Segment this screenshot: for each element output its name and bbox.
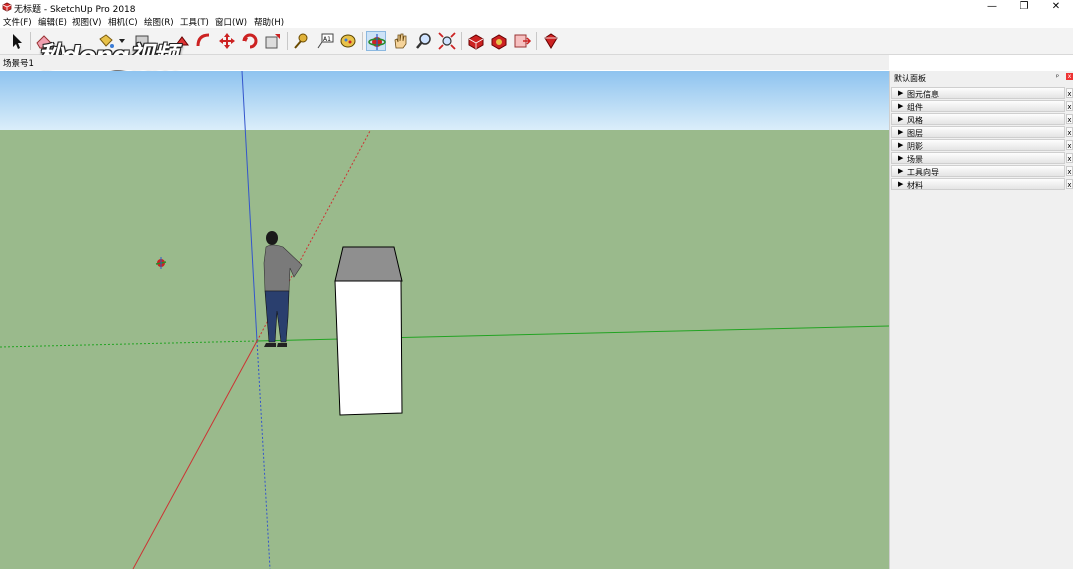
drawing-viewport[interactable] (0, 70, 890, 570)
panel-label: 风格 (907, 116, 923, 125)
extension-warehouse-icon[interactable] (489, 31, 509, 51)
paint-tool-icon[interactable] (338, 31, 358, 51)
panel-entity-info[interactable]: ▶ 图元信息 (891, 87, 1065, 99)
panel-close-button[interactable]: x (1066, 101, 1073, 111)
panel-close-button[interactable]: x (1066, 153, 1073, 163)
panel-label: 阴影 (907, 142, 923, 151)
box-front-face (334, 280, 403, 416)
menu-file[interactable]: 文件(F) (3, 16, 32, 28)
sketchup-app-icon (2, 2, 12, 12)
close-window-button[interactable]: ✕ (1039, 0, 1073, 15)
select-tool-icon[interactable] (6, 31, 26, 51)
tape-measure-tool-icon[interactable] (291, 31, 311, 51)
expand-arrow-icon: ▶ (898, 115, 904, 123)
scene-tab[interactable]: 场景号1 (1, 56, 36, 70)
pin-icon[interactable]: ᵖ (1056, 73, 1059, 81)
panel-shadows[interactable]: ▶ 阴影 (891, 139, 1065, 151)
menu-bar: 文件(F) 编辑(E) 视图(V) 相机(C) 绘图(R) 工具(T) 窗口(W… (0, 15, 1073, 28)
ground (0, 130, 889, 569)
zoom-extents-tool-icon[interactable] (437, 31, 457, 51)
menu-view[interactable]: 视图(V) (72, 16, 101, 28)
scale-tool-icon[interactable] (263, 31, 283, 51)
menu-help[interactable]: 帮助(H) (254, 16, 284, 28)
send-to-layout-icon[interactable] (512, 31, 532, 51)
panel-components[interactable]: ▶ 组件 (891, 100, 1065, 112)
3d-warehouse-icon[interactable] (466, 31, 486, 51)
panel-close-button[interactable]: x (1066, 140, 1073, 150)
panel-close-button[interactable]: x (1066, 127, 1073, 137)
panel-label: 组件 (907, 103, 923, 112)
expand-arrow-icon: ▶ (898, 102, 904, 110)
menu-window[interactable]: 窗口(W) (215, 16, 247, 28)
panel-styles[interactable]: ▶ 风格 (891, 113, 1065, 125)
expand-arrow-icon: ▶ (898, 128, 904, 136)
panel-label: 图层 (907, 129, 923, 138)
title-bar: 无标题 - SketchUp Pro 2018 — ❐ ✕ (0, 0, 1073, 15)
sky (0, 71, 889, 130)
expand-arrow-icon: ▶ (898, 180, 904, 188)
rotate-tool-icon[interactable] (240, 31, 260, 51)
window-title: 无标题 - SketchUp Pro 2018 (14, 5, 136, 15)
offset-tool-icon[interactable] (194, 31, 214, 51)
move-tool-icon[interactable] (217, 31, 237, 51)
panel-label: 材料 (907, 181, 923, 190)
expand-arrow-icon: ▶ (898, 141, 904, 149)
box-top-face (334, 246, 403, 282)
scenes-bar: 场景号1 (0, 55, 889, 70)
panel-instructor[interactable]: ▶ 工具向导 (891, 165, 1065, 177)
orbit-tool-icon[interactable] (366, 31, 386, 51)
panel-scenes[interactable]: ▶ 场景 (891, 152, 1065, 164)
panel-label: 场景 (907, 155, 923, 164)
panel-close-button[interactable]: x (1066, 88, 1073, 98)
panel-materials[interactable]: ▶ 材料 (891, 178, 1065, 190)
tray-header: 默认面板 ᵖ x (890, 71, 1073, 85)
tray-title: 默认面板 (894, 74, 926, 83)
menu-draw[interactable]: 绘图(R) (144, 16, 174, 28)
expand-arrow-icon: ▶ (898, 167, 904, 175)
minimize-button[interactable]: — (975, 0, 1009, 15)
restore-button[interactable]: ❐ (1007, 0, 1041, 15)
panel-label: 图元信息 (907, 90, 939, 99)
panel-label: 工具向导 (907, 168, 939, 177)
panel-close-button[interactable]: x (1066, 179, 1073, 189)
expand-arrow-icon: ▶ (898, 89, 904, 97)
menu-camera[interactable]: 相机(C) (108, 16, 138, 28)
panel-layers[interactable]: ▶ 图层 (891, 126, 1065, 138)
default-tray: 默认面板 ᵖ x ▶ 图元信息 x ▶ 组件 x ▶ 风格 x ▶ 图层 x ▶… (889, 71, 1073, 569)
menu-tools[interactable]: 工具(T) (180, 16, 209, 28)
svg-text:A1: A1 (323, 36, 331, 43)
extension-manager-icon[interactable] (541, 31, 561, 51)
panel-close-button[interactable]: x (1066, 114, 1073, 124)
pan-tool-icon[interactable] (390, 31, 410, 51)
panel-close-button[interactable]: x (1066, 166, 1073, 176)
tray-close-button[interactable]: x (1066, 73, 1073, 80)
zoom-tool-icon[interactable] (414, 31, 434, 51)
menu-edit[interactable]: 编辑(E) (38, 16, 67, 28)
text-tool-icon[interactable]: A1 (315, 31, 335, 51)
expand-arrow-icon: ▶ (898, 154, 904, 162)
